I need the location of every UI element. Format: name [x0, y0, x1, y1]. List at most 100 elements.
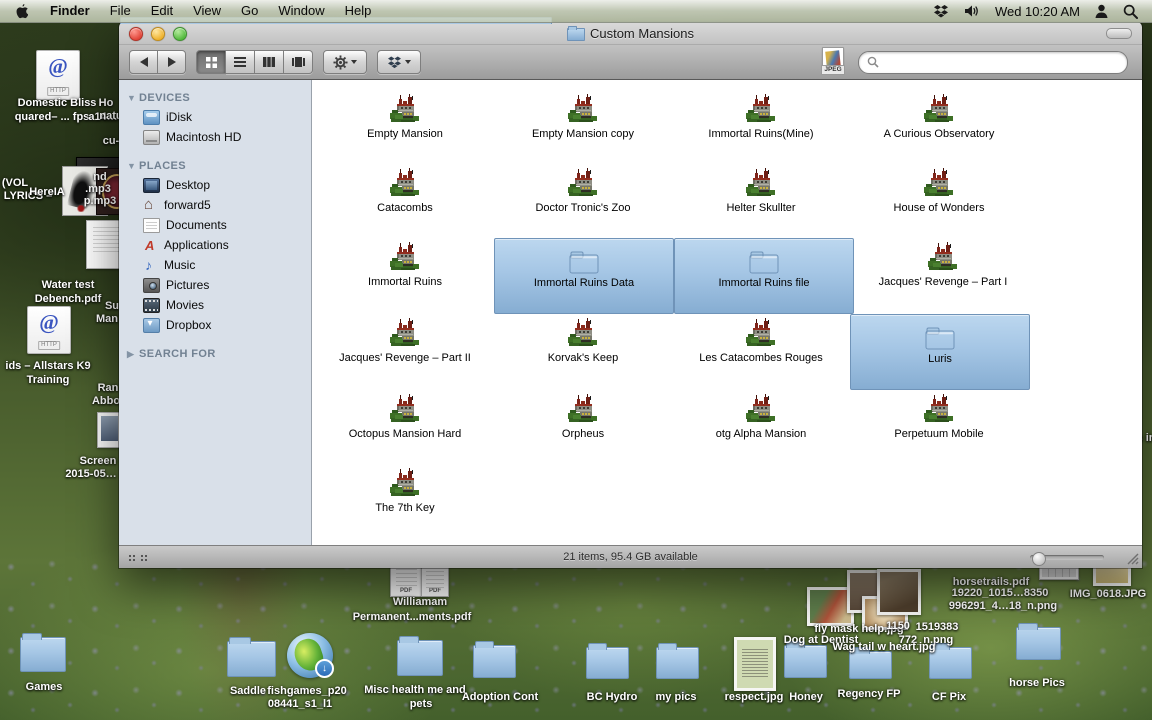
file-item[interactable]: Doctor Tronic's Zoo: [494, 164, 672, 238]
sidebar-item[interactable]: forward5: [119, 195, 311, 215]
slider-knob[interactable]: [1032, 552, 1046, 566]
action-menu-button[interactable]: [323, 50, 367, 74]
forward-button[interactable]: [158, 50, 186, 74]
toolbar-toggle-button[interactable]: [1106, 28, 1132, 39]
menu-clock[interactable]: Wed 10:20 AM: [995, 4, 1080, 19]
file-grid[interactable]: Empty Mansion: [312, 80, 1142, 545]
file-item[interactable]: Immortal Ruins(Mine): [672, 90, 850, 164]
file-item[interactable]: otg Alpha Mansion: [672, 390, 850, 464]
desktop-icon[interactable]: [877, 569, 921, 615]
desktop-icon[interactable]: [586, 647, 629, 679]
desktop-icon[interactable]: [390, 564, 422, 597]
desktop-icon-label[interactable]: Saddle: [230, 685, 266, 698]
column-view-button[interactable]: [255, 50, 284, 74]
desktop-icon-label[interactable]: pets: [410, 698, 433, 711]
sidebar-item[interactable]: Music: [119, 255, 311, 275]
desktop-icon-label[interactable]: my pics: [656, 691, 697, 704]
menu-item[interactable]: Finder: [40, 0, 100, 22]
icon-size-slider[interactable]: [1030, 555, 1104, 560]
desktop-icon[interactable]: [227, 641, 276, 677]
menu-item[interactable]: View: [183, 0, 231, 22]
file-item[interactable]: Orpheus: [494, 390, 672, 464]
file-item[interactable]: House of Wonders: [850, 164, 1028, 238]
back-button[interactable]: [129, 50, 158, 74]
desktop-icon-label[interactable]: ids – Allstars K9: [5, 360, 90, 373]
title-bar[interactable]: Custom Mansions: [119, 22, 1142, 45]
sidebar-item[interactable]: Macintosh HD: [119, 127, 311, 147]
desktop-icon-label[interactable]: respect.jpg: [725, 691, 784, 704]
sidebar-section-search-for[interactable]: ▶ SEARCH FOR: [119, 345, 311, 363]
apple-menu[interactable]: [14, 3, 28, 19]
file-item[interactable]: Jacques' Revenge – Part II: [316, 314, 494, 388]
disclosure-triangle-icon[interactable]: ▼: [127, 93, 135, 103]
desktop-icon-label[interactable]: Misc health me and: [364, 684, 465, 697]
desktop-icon[interactable]: [656, 647, 699, 679]
desktop-icon-label[interactable]: (VOL: [2, 177, 28, 190]
sidebar-item[interactable]: Movies: [119, 295, 311, 315]
minimize-button[interactable]: [151, 27, 165, 41]
desktop-icon-label[interactable]: cu-: [103, 135, 120, 148]
desktop-icon-label[interactable]: Training: [27, 374, 70, 387]
desktop-icon-label[interactable]: 2015-05…: [65, 468, 116, 481]
desktop-icon[interactable]: [421, 567, 449, 597]
desktop-icon-label[interactable]: 1519383: [916, 621, 959, 634]
desktop-icon[interactable]: [20, 637, 66, 672]
desktop-icon-label[interactable]: Domestic Bliss: [18, 97, 97, 110]
desktop-icon-label[interactable]: 19220_1015…8350: [952, 587, 1049, 600]
file-item[interactable]: Perpetuum Mobile: [850, 390, 1028, 464]
desktop-icon-label[interactable]: Debench.pdf: [35, 293, 102, 306]
desktop-icon[interactable]: [849, 651, 892, 679]
desktop-icon-label[interactable]: horse Pics: [1009, 677, 1065, 690]
desktop-icon[interactable]: [27, 306, 71, 354]
file-item[interactable]: Immortal Ruins file: [674, 238, 854, 314]
desktop-icon-label[interactable]: IMG_0618.JPG: [1070, 588, 1146, 601]
desktop-icon-label[interactable]: 996291_4…18_n.png: [949, 600, 1057, 613]
sidebar-section-places[interactable]: ▼ PLACES: [119, 157, 311, 175]
file-item[interactable]: Les Catacombes Rouges: [672, 314, 850, 388]
resize-grip[interactable]: [1125, 551, 1139, 565]
desktop-icon[interactable]: [36, 50, 80, 100]
file-item[interactable]: Luris: [850, 314, 1030, 390]
desktop-icon-label[interactable]: fishgames_p20: [267, 685, 346, 698]
desktop-icon[interactable]: [1016, 627, 1061, 660]
spotlight-icon[interactable]: [1123, 4, 1138, 19]
file-item[interactable]: A Curious Observatory: [850, 90, 1028, 164]
menu-item[interactable]: Go: [231, 0, 268, 22]
sidebar-item[interactable]: Dropbox: [119, 315, 311, 335]
desktop-icon-label[interactable]: Regency FP: [838, 688, 901, 701]
desktop-icon-label[interactable]: Screen: [80, 455, 117, 468]
desktop-icon-label[interactable]: Permanent...ments.pdf: [353, 611, 472, 624]
file-item[interactable]: Octopus Mansion Hard: [316, 390, 494, 464]
desktop-icon-label[interactable]: p.mp3: [84, 195, 116, 208]
coverflow-view-button[interactable]: [284, 50, 313, 74]
menu-item[interactable]: Help: [335, 0, 382, 22]
sidebar-section-devices[interactable]: ▼ DEVICES: [119, 89, 311, 107]
menu-item[interactable]: Window: [268, 0, 334, 22]
file-item[interactable]: Immortal Ruins Data: [494, 238, 674, 314]
desktop-icon-label[interactable]: 08441_s1_l1: [268, 698, 332, 711]
file-item[interactable]: The 7th Key: [316, 464, 494, 538]
desktop-icon-label[interactable]: Abbo: [92, 395, 120, 408]
desktop-icon[interactable]: [287, 633, 333, 678]
menu-item[interactable]: File: [100, 0, 141, 22]
desktop-icon-label[interactable]: Games: [26, 681, 63, 694]
dropbox-menu-button[interactable]: [377, 50, 421, 74]
file-item[interactable]: Empty Mansion: [316, 90, 494, 164]
desktop-icon-label[interactable]: CF Pix: [932, 691, 966, 704]
desktop-icon-label[interactable]: Williamam: [393, 596, 447, 609]
file-item[interactable]: Korvak's Keep: [494, 314, 672, 388]
zoom-button[interactable]: [173, 27, 187, 41]
dropbox-menu-icon[interactable]: [933, 4, 949, 19]
desktop-icon-label[interactable]: quared– ... fps: [15, 111, 90, 124]
desktop-icon[interactable]: [1039, 566, 1079, 580]
desktop-icon[interactable]: [784, 645, 827, 678]
file-item[interactable]: Catacombs: [316, 164, 494, 238]
sidebar-item[interactable]: iDisk: [119, 107, 311, 127]
user-menu-icon[interactable]: [1095, 4, 1108, 19]
desktop-icon-label[interactable]: Water test: [42, 279, 95, 292]
sidebar-item[interactable]: Applications: [119, 235, 311, 255]
jpeg-proxy-icon[interactable]: JPEG: [820, 47, 846, 77]
desktop-icon-label[interactable]: BC Hydro: [587, 691, 638, 704]
sidebar-item[interactable]: Desktop: [119, 175, 311, 195]
desktop-icon[interactable]: [473, 645, 516, 678]
